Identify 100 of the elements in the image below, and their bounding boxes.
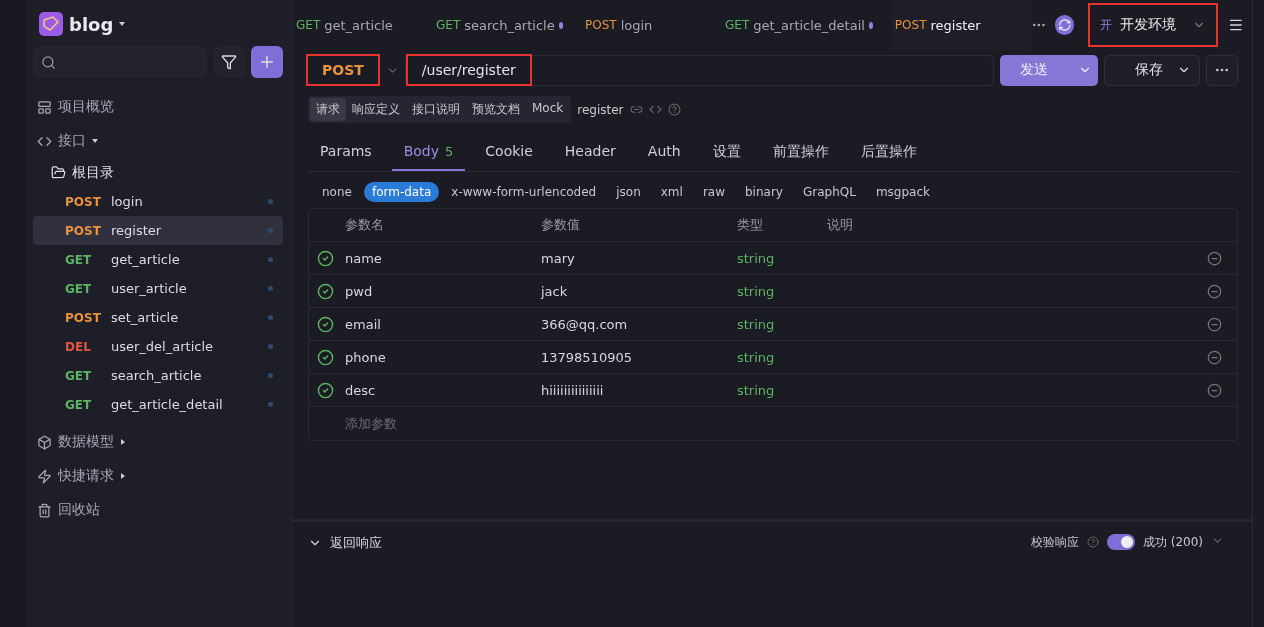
column-header: 说明	[827, 216, 854, 234]
caret-icon[interactable]	[119, 22, 126, 26]
save-button[interactable]: 保存	[1104, 54, 1200, 86]
folder-icon	[51, 165, 66, 180]
menu-icon[interactable]	[1228, 17, 1244, 33]
table-cell-text: email	[345, 316, 382, 332]
table-cell-text: phone	[345, 349, 387, 365]
api-item[interactable]: GET get_article	[33, 245, 283, 274]
check-icon[interactable]	[317, 381, 334, 399]
environment-select[interactable]: 开 开发环境	[1090, 5, 1217, 45]
table-cell-text: string	[737, 382, 776, 398]
body-type-option[interactable]: x-www-form-urlencoded	[443, 182, 605, 202]
nav-item[interactable]: 回收站	[58, 501, 100, 519]
response-title[interactable]: 返回响应	[330, 534, 382, 552]
validate-label: 校验响应	[1030, 534, 1079, 551]
param-tab[interactable]: 后置操作	[848, 135, 929, 171]
caret-icon[interactable]	[92, 139, 98, 143]
method-select[interactable]: POST	[308, 56, 378, 84]
column-header: 类型	[737, 216, 764, 234]
param-tab[interactable]: Cookie	[473, 135, 545, 171]
remove-icon[interactable]	[1207, 250, 1222, 266]
api-item[interactable]: GET get_article_detail	[33, 390, 283, 419]
nav-item[interactable]: 项目概览	[58, 98, 114, 116]
request-tab[interactable]: POST register	[890, 0, 1031, 50]
api-item[interactable]: DEL user_del_article	[33, 332, 283, 361]
param-tab[interactable]: Body 5	[391, 135, 466, 171]
param-tab[interactable]: 设置	[700, 135, 753, 171]
validate-toggle[interactable]	[1106, 534, 1135, 550]
check-icon[interactable]	[317, 315, 334, 333]
plus-icon	[258, 53, 276, 71]
api-item[interactable]: GET search_article	[33, 361, 283, 390]
doc-tab[interactable]: Mock	[526, 98, 570, 121]
search-field[interactable]	[33, 46, 207, 78]
trash-icon	[37, 502, 52, 518]
status-select[interactable]: 成功 (200)	[1142, 534, 1203, 551]
table-cell-text: name	[345, 250, 383, 266]
table-cell-text: mary	[541, 250, 576, 266]
remove-icon[interactable]	[1207, 283, 1222, 299]
check-icon[interactable]	[317, 282, 334, 300]
table-cell-text: string	[737, 349, 776, 365]
code-icon[interactable]	[648, 103, 662, 116]
param-tab[interactable]: Header	[552, 135, 628, 171]
logo-icon	[39, 12, 63, 36]
body-type-option[interactable]: binary	[737, 182, 791, 202]
filter-button[interactable]	[213, 46, 245, 78]
doc-tab[interactable]: 接口说明	[406, 98, 466, 121]
nav-item[interactable]: 快捷请求	[58, 467, 114, 485]
api-item[interactable]: GET user_article	[33, 274, 283, 303]
param-tab[interactable]: 前置操作	[760, 135, 841, 171]
caret-icon[interactable]	[121, 439, 125, 445]
body-type-option[interactable]: msgpack	[867, 182, 938, 202]
layout-icon	[37, 99, 52, 115]
request-tab[interactable]: GET search_article	[432, 0, 581, 50]
status-dot	[268, 402, 273, 407]
url-value: /user/register	[420, 61, 517, 80]
api-item[interactable]: POST login	[33, 187, 283, 216]
check-icon[interactable]	[317, 249, 334, 267]
sync-icon[interactable]	[1054, 15, 1075, 35]
api-item[interactable]: POST set_article	[33, 303, 283, 332]
remove-icon[interactable]	[1207, 316, 1222, 332]
link-icon[interactable]	[629, 103, 643, 116]
lightning-icon	[37, 468, 52, 484]
doc-name: register	[577, 102, 624, 117]
doc-tab[interactable]: 请求	[310, 98, 346, 121]
table-cell-text: jack	[541, 283, 569, 299]
nav-item[interactable]: 接口	[58, 132, 86, 150]
request-tab[interactable]: GET get_article	[292, 0, 432, 50]
request-tab[interactable]: POST login	[581, 0, 721, 50]
body-type-option[interactable]: form-data	[363, 182, 440, 202]
search-icon	[41, 54, 56, 70]
body-type-option[interactable]: xml	[652, 182, 691, 202]
table-cell-text: pwd	[345, 283, 374, 299]
nav-item[interactable]: 数据模型	[58, 433, 114, 451]
check-icon[interactable]	[317, 348, 334, 366]
body-type-option[interactable]: raw	[694, 182, 733, 202]
project-name[interactable]: blog	[69, 13, 114, 35]
doc-tab[interactable]: 预览文档	[466, 98, 526, 121]
api-item[interactable]: POST register	[33, 216, 283, 245]
caret-icon[interactable]	[121, 473, 125, 479]
table-cell-text: desc	[345, 382, 377, 398]
add-button[interactable]	[251, 46, 283, 78]
status-dot	[268, 199, 273, 204]
remove-icon[interactable]	[1207, 349, 1222, 365]
status-dot	[268, 228, 273, 233]
request-tab[interactable]: GET get_article_detail	[721, 0, 891, 50]
send-button[interactable]: 发送	[1000, 54, 1098, 86]
param-tab[interactable]: Auth	[635, 135, 693, 171]
remove-icon[interactable]	[1207, 382, 1222, 398]
body-type-option[interactable]: none	[314, 182, 360, 202]
filter-icon	[221, 54, 237, 70]
doc-tab[interactable]: 响应定义	[346, 98, 406, 121]
table-cell-text: string	[737, 316, 776, 332]
table-cell-text: string	[737, 250, 776, 266]
body-type-option[interactable]: GraphQL	[794, 182, 864, 202]
param-tab[interactable]: Params	[308, 135, 384, 171]
body-type-option[interactable]: json	[608, 182, 649, 202]
url-field[interactable]: /user/register	[404, 54, 994, 86]
status-dot	[268, 373, 273, 378]
status-dot	[268, 286, 273, 291]
folder-name[interactable]: 根目录	[72, 163, 114, 182]
